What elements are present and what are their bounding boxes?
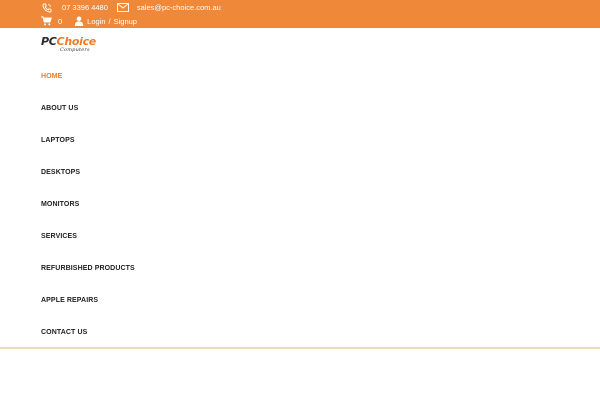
site-logo[interactable]: PCChoice Computers bbox=[41, 36, 103, 54]
mail-icon bbox=[116, 2, 129, 13]
login-link[interactable]: Login bbox=[87, 17, 105, 26]
nav-item-monitors[interactable]: MONITORS bbox=[41, 201, 79, 208]
logo-wordmark: PCChoice bbox=[41, 36, 96, 47]
header-divider bbox=[0, 347, 600, 349]
cart-count[interactable]: 0 bbox=[58, 17, 62, 26]
contact-row: 07 3396 4480 sales@pc-choice.com.au bbox=[41, 1, 221, 14]
phone-icon bbox=[41, 2, 52, 13]
nav-item-services[interactable]: SERVICES bbox=[41, 233, 77, 240]
logo-tagline: Computers bbox=[60, 47, 90, 53]
logo-pc: PC bbox=[41, 35, 57, 48]
nav-item-laptops[interactable]: LAPTOPS bbox=[41, 137, 75, 144]
nav-item-home[interactable]: HOME bbox=[41, 73, 62, 80]
nav-item-desktops[interactable]: DESKTOPS bbox=[41, 169, 80, 176]
nav-item-about-us[interactable]: ABOUT US bbox=[41, 105, 78, 112]
user-icon bbox=[74, 16, 84, 27]
nav-item-apple-repairs[interactable]: APPLE REPAIRS bbox=[41, 297, 98, 304]
account-row: 0 Login / Signup bbox=[41, 14, 137, 28]
login-separator: / bbox=[108, 16, 111, 26]
phone-number[interactable]: 07 3396 4480 bbox=[62, 3, 108, 12]
nav-item-contact-us[interactable]: CONTACT US bbox=[41, 329, 87, 336]
cart-icon[interactable] bbox=[41, 16, 52, 27]
top-bar: 07 3396 4480 sales@pc-choice.com.au 0 Lo… bbox=[0, 0, 600, 28]
signup-link[interactable]: Signup bbox=[114, 17, 137, 26]
nav-item-refurbished-products[interactable]: REFURBISHED PRODUCTS bbox=[41, 265, 135, 272]
email-link[interactable]: sales@pc-choice.com.au bbox=[137, 3, 221, 12]
